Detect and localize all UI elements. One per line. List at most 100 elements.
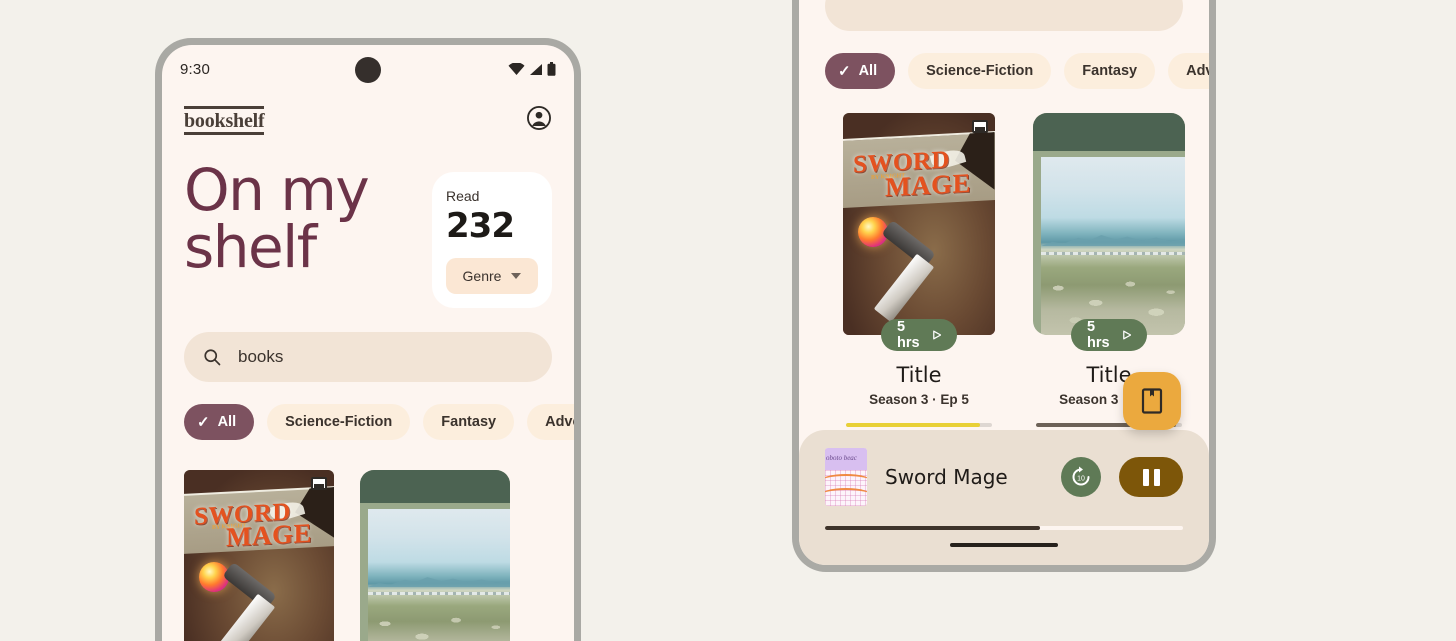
cover-train (1040, 251, 1185, 255)
tablet-chip-all[interactable]: ✓ All (825, 53, 896, 89)
play-icon (932, 330, 941, 340)
book-cover-sword-mage: SWORD BY KNIGHT MAGE (843, 113, 995, 335)
read-label: Read (446, 188, 480, 204)
player-track-title: Sword Mage (885, 465, 1008, 489)
cover-top-band (360, 470, 510, 504)
cover-artwork (360, 470, 510, 641)
tablet-search-input[interactable] (825, 0, 1183, 31)
cover-photo (367, 509, 510, 641)
read-count: 232 (446, 206, 515, 246)
book-cover-landscape (1033, 113, 1185, 335)
album-thumbnail: oboto beac (825, 448, 867, 506)
phone-device: 9:30 bookshelf On my shelf Read 232 Genr… (155, 38, 581, 641)
hero-section: On my shelf Read 232 Genre (162, 136, 574, 308)
window-icon (311, 477, 327, 490)
screen-root: 9:30 bookshelf On my shelf Read 232 Genr… (0, 0, 1456, 641)
forward-10-icon: 10 (1072, 466, 1090, 486)
cover-title-line2: MAGE (885, 167, 971, 202)
svg-text:10: 10 (1077, 476, 1085, 483)
check-icon: ✓ (838, 62, 851, 80)
cover-train (367, 591, 510, 595)
chip-label: All (858, 63, 878, 79)
cover-container: SWORD BY KNIGHT MAGE 5 hrs (843, 113, 995, 351)
tablet-chip-fantasy[interactable]: Fantasy (1064, 53, 1156, 89)
phone-screen: 9:30 bookshelf On my shelf Read 232 Genr… (162, 45, 574, 641)
tablet-screen: ✓ All Science-Fiction Fantasy Adventure (799, 0, 1209, 565)
camera-punchhole (355, 57, 381, 83)
play-icon (1122, 330, 1131, 340)
book-card[interactable]: SWORD BY KNIGHT MAGE (184, 470, 334, 641)
genre-dropdown[interactable]: Genre (446, 258, 538, 294)
book-grid: SWORD BY KNIGHT MAGE (162, 440, 574, 641)
window-icon (972, 120, 988, 133)
genre-label: Genre (462, 268, 502, 284)
progress-track (846, 423, 992, 427)
wifi-icon (508, 62, 525, 75)
search-input[interactable]: books (184, 332, 552, 382)
chip-label: Science-Fiction (926, 63, 1034, 79)
status-time: 9:30 (180, 60, 210, 78)
duration-play-badge[interactable]: 5 hrs (881, 319, 957, 351)
chip-label: Adventure (545, 414, 574, 430)
page-title: On my shelf (184, 156, 370, 281)
album-thumb-text: oboto beac (826, 454, 857, 462)
genre-filter-chips: ✓ All Science-Fiction Fantasy Adventure (162, 382, 574, 440)
chip-all[interactable]: ✓ All (184, 404, 255, 440)
cover-mountains (367, 577, 510, 587)
bookmark-fab-button[interactable] (1123, 372, 1181, 430)
chip-label: Fantasy (441, 414, 497, 430)
progress-fill (846, 423, 981, 427)
album-curve (825, 488, 867, 502)
pause-icon (1153, 468, 1160, 486)
mini-player: oboto beac Sword Mage 10 (799, 430, 1209, 565)
chip-label: All (217, 414, 237, 430)
check-icon: ✓ (197, 413, 210, 431)
player-progress-track[interactable] (825, 526, 1183, 530)
cover-container: 5 hrs (1033, 113, 1185, 351)
cover-sword-blade (214, 593, 275, 641)
cover-sword-blade (873, 253, 935, 323)
tablet-book-card[interactable]: SWORD BY KNIGHT MAGE 5 hrs Title Season … (843, 113, 995, 427)
book-card[interactable] (360, 470, 510, 641)
duration-label: 5 hrs (1087, 319, 1110, 351)
signal-icon (530, 63, 542, 75)
player-row: oboto beac Sword Mage 10 (825, 448, 1183, 506)
tablet-chip-adventure[interactable]: Adventure (1168, 53, 1209, 89)
app-logo: bookshelf (184, 106, 265, 135)
cover-artwork (1033, 113, 1185, 335)
chevron-down-icon (511, 273, 522, 279)
player-progress-fill (825, 526, 1040, 530)
chip-label: Fantasy (1082, 63, 1138, 79)
cover-photo (1040, 157, 1185, 335)
card-title: Title (896, 363, 942, 387)
album-curve (825, 474, 867, 488)
cover-artwork: SWORD BY KNIGHT MAGE (843, 113, 995, 335)
app-header: bookshelf (162, 93, 574, 136)
tablet-genre-filter-chips: ✓ All Science-Fiction Fantasy Adventure (799, 31, 1209, 89)
pause-icon (1142, 468, 1149, 486)
book-cover-sword-mage: SWORD BY KNIGHT MAGE (184, 470, 334, 641)
chip-fantasy[interactable]: Fantasy (423, 404, 515, 440)
cover-top-band (1033, 113, 1185, 151)
duration-play-badge[interactable]: 5 hrs (1071, 319, 1147, 351)
forward-10-button[interactable]: 10 (1061, 457, 1101, 497)
battery-icon (547, 62, 556, 76)
home-indicator (950, 543, 1058, 547)
tablet-chip-science-fiction[interactable]: Science-Fiction (908, 53, 1052, 89)
cover-sword-hilt (881, 220, 936, 269)
book-cover-landscape (360, 470, 510, 641)
bookmark-book-icon (1141, 388, 1163, 414)
account-circle-icon[interactable] (526, 105, 552, 136)
cover-artwork: SWORD BY KNIGHT MAGE (184, 470, 334, 641)
pause-button[interactable] (1119, 457, 1183, 497)
read-stat-card: Read 232 Genre (432, 172, 552, 308)
tablet-device: ✓ All Science-Fiction Fantasy Adventure (792, 0, 1216, 572)
status-bar: 9:30 (162, 45, 574, 93)
search-value: books (238, 347, 284, 366)
chip-adventure[interactable]: Adventure (527, 404, 574, 440)
chip-science-fiction[interactable]: Science-Fiction (267, 404, 411, 440)
cover-title-line2: MAGE (226, 517, 312, 552)
cover-mountains (1040, 234, 1185, 247)
cover-scrub (367, 605, 510, 641)
chip-label: Adventure (1186, 63, 1209, 79)
